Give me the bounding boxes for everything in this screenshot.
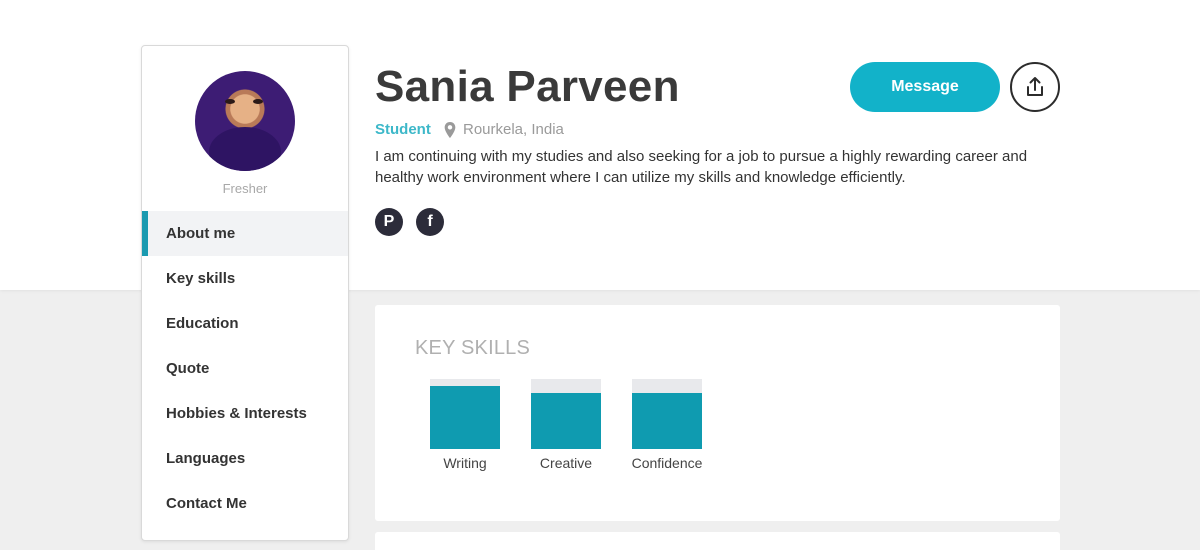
sidebar-item-languages[interactable]: Languages [142, 436, 348, 481]
sidebar-item-key-skills[interactable]: Key skills [142, 256, 348, 301]
skill-label: Confidence [631, 455, 703, 471]
message-button[interactable]: Message [850, 62, 1000, 112]
profile-role: Student [375, 121, 431, 138]
skill-creative: Creative [531, 379, 601, 471]
map-pin-icon [444, 121, 456, 138]
skill-confidence: Confidence [632, 379, 702, 471]
sidebar-item-contact-me[interactable]: Contact Me [142, 481, 348, 526]
share-button[interactable] [1010, 62, 1060, 112]
skill-bar-fill [531, 393, 601, 449]
skill-label: Writing [443, 455, 487, 471]
profile-sidebar: Fresher About me Key skills Education Qu… [141, 45, 349, 541]
sidebar-item-education[interactable]: Education [142, 301, 348, 346]
profile-location: Rourkela, India [443, 121, 564, 138]
sidebar-item-quote[interactable]: Quote [142, 346, 348, 391]
skill-bar-fill [632, 393, 702, 449]
next-section-card [375, 532, 1060, 550]
facebook-icon[interactable]: f [416, 208, 444, 236]
avatar-eye [225, 99, 235, 104]
skill-writing: Writing [430, 379, 500, 471]
profile-bio: I am continuing with my studies and also… [375, 148, 1028, 186]
pinterest-glyph: P [383, 213, 395, 230]
skill-bar-track [632, 379, 702, 449]
skill-bar-fill [430, 386, 500, 449]
sidebar-item-about-me[interactable]: About me [142, 211, 348, 256]
facebook-glyph: f [427, 213, 433, 230]
location-text: Rourkela, India [463, 121, 564, 138]
avatar-eye [253, 99, 263, 104]
status-label: Fresher [222, 181, 268, 196]
avatar-scarf [209, 127, 281, 171]
share-icon [1027, 77, 1043, 96]
skill-bar-track [430, 379, 500, 449]
pinterest-icon[interactable]: P [375, 208, 403, 236]
profile-name: Sania Parveen [375, 62, 680, 111]
skill-label: Creative [539, 455, 593, 471]
key-skills-card: KEY SKILLS Writing Creative Confidence [375, 305, 1060, 521]
sidebar-nav: About me Key skills Education Quote Hobb… [142, 211, 348, 526]
sidebar-item-hobbies-interests[interactable]: Hobbies & Interests [142, 391, 348, 436]
key-skills-title: KEY SKILLS [415, 337, 531, 359]
skill-bar-track [531, 379, 601, 449]
avatar [195, 71, 295, 171]
